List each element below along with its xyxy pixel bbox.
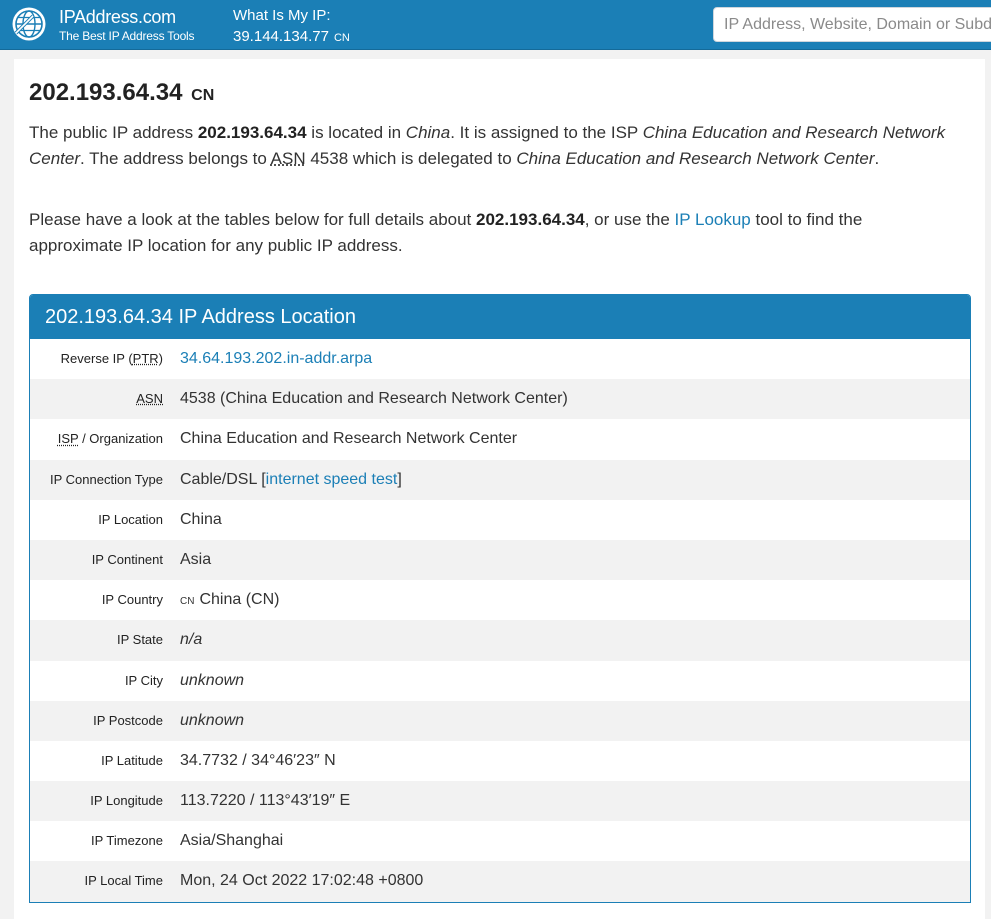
row-value: Mon, 24 Oct 2022 17:02:48 +0800 bbox=[180, 872, 424, 890]
row-latitude: IP Latitude 34.7732 / 34°46′23″ N bbox=[30, 741, 970, 781]
row-reverse-ip: Reverse IP (PTR) 34.64.193.202.in-addr.a… bbox=[30, 339, 970, 379]
top-navbar: IPAddress.com The Best IP Address Tools … bbox=[0, 0, 991, 50]
row-location: IP Location China bbox=[30, 500, 970, 540]
row-label: Reverse IP (PTR) bbox=[61, 339, 163, 379]
row-value: Cable/DSL [internet speed test] bbox=[180, 460, 402, 500]
row-label: IP Latitude bbox=[101, 752, 163, 768]
ip-strong: 202.193.64.34 bbox=[197, 123, 307, 142]
label-text: ) bbox=[158, 351, 163, 366]
row-label: IP Location bbox=[98, 511, 163, 527]
text-segment: . The address belongs to bbox=[80, 148, 271, 168]
row-continent: IP Continent Asia bbox=[30, 539, 970, 581]
row-value: 34.64.193.202.in-addr.arpa bbox=[180, 339, 372, 379]
text-segment: . bbox=[874, 148, 880, 168]
text-segment: . It is assigned to the ISP bbox=[450, 123, 643, 142]
details-paragraph: Please have a look at the tables below f… bbox=[29, 207, 954, 258]
row-city: IP City unknown bbox=[30, 661, 970, 701]
asn-abbr: ASN bbox=[136, 391, 163, 407]
brand-name[interactable]: IPAddress.com bbox=[59, 7, 176, 28]
row-value: 4538 (China Education and Research Netwo… bbox=[180, 390, 568, 408]
row-value: unknown bbox=[180, 671, 245, 689]
value-text: Cable/DSL bbox=[180, 470, 257, 488]
ip-lookup-link[interactable]: IP Lookup bbox=[675, 210, 751, 229]
bracket: ] bbox=[397, 470, 402, 488]
bracket: [ bbox=[256, 470, 266, 488]
value-text: China (CN) bbox=[199, 591, 280, 609]
row-value: unknown bbox=[180, 711, 245, 729]
row-value: 113.7220 / 113°43′19″ E bbox=[180, 792, 351, 810]
country-italic: China bbox=[405, 123, 451, 142]
row-value: China Education and Research Network Cen… bbox=[180, 430, 518, 448]
text-segment: is located in bbox=[306, 123, 406, 142]
row-label: ISP / Organization bbox=[58, 419, 163, 459]
row-value: Asia/Shanghai bbox=[180, 832, 284, 850]
ip-location-table: 202.193.64.34 IP Address Location Revers… bbox=[29, 294, 971, 903]
row-label: IP Longitude bbox=[90, 793, 163, 809]
row-label: IP City bbox=[124, 672, 163, 688]
row-timezone: IP Timezone Asia/Shanghai bbox=[30, 821, 970, 861]
ptr-abbr: PTR bbox=[132, 351, 159, 366]
table-body: Reverse IP (PTR) 34.64.193.202.in-addr.a… bbox=[30, 339, 970, 902]
globe-logo-icon[interactable] bbox=[11, 6, 47, 42]
row-value: Asia bbox=[180, 550, 212, 568]
row-label: IP Continent bbox=[91, 551, 163, 567]
title-ip: 202.193.64.34 bbox=[29, 79, 183, 106]
isp-abbr: ISP bbox=[57, 431, 79, 447]
row-label: IP Timezone bbox=[90, 833, 163, 849]
row-label: IP State bbox=[116, 632, 163, 648]
org-italic: China Education and Research Network Cen… bbox=[516, 148, 875, 168]
row-longitude: IP Longitude 113.7220 / 113°43′19″ E bbox=[30, 781, 970, 822]
title-country-code: CN bbox=[191, 87, 215, 104]
country-code-flag: CN bbox=[180, 596, 195, 608]
my-ip-address[interactable]: 39.144.134.77 bbox=[233, 28, 329, 45]
main-content-card: 202.193.64.34 CN The public IP address 2… bbox=[14, 59, 985, 919]
row-value: China bbox=[180, 510, 222, 528]
ip-strong: 202.193.64.34 bbox=[476, 210, 585, 229]
row-country: IP Country CN China (CN) bbox=[30, 580, 970, 620]
brand-tagline: The Best IP Address Tools bbox=[59, 29, 195, 43]
row-connection-type: IP Connection Type Cable/DSL [internet s… bbox=[30, 459, 970, 500]
row-label: IP Postcode bbox=[93, 712, 163, 728]
asn-abbr: ASN bbox=[270, 148, 306, 168]
row-label: IP Connection Type bbox=[50, 471, 163, 487]
my-ip-label: What Is My IP: bbox=[233, 7, 331, 24]
row-label: ASN bbox=[136, 379, 163, 419]
row-postcode: IP Postcode unknown bbox=[30, 700, 970, 741]
page-title: 202.193.64.34 CN bbox=[29, 79, 214, 107]
row-value: n/a bbox=[180, 631, 203, 649]
text-segment: , or use the bbox=[584, 210, 675, 229]
location-table-header: 202.193.64.34 IP Address Location bbox=[30, 295, 970, 339]
row-asn: ASN 4538 (China Education and Research N… bbox=[30, 379, 970, 420]
label-text: / Organization bbox=[78, 431, 163, 447]
row-label: IP Local Time bbox=[84, 873, 163, 889]
intro-paragraph: The public IP address 202.193.64.34 is l… bbox=[29, 120, 954, 171]
row-value: CN China (CN) bbox=[180, 580, 279, 622]
search-input[interactable] bbox=[713, 7, 991, 42]
speed-test-link[interactable]: internet speed test bbox=[266, 471, 398, 488]
reverse-ip-link[interactable]: 34.64.193.202.in-addr.arpa bbox=[180, 350, 372, 367]
my-ip-country-code: CN bbox=[333, 32, 350, 44]
label-text: Reverse IP ( bbox=[60, 351, 133, 366]
row-value: 34.7732 / 34°46′23″ N bbox=[180, 751, 336, 769]
row-state: IP State n/a bbox=[30, 620, 970, 661]
text-segment: 4538 which is delegated to bbox=[305, 148, 517, 168]
text-segment: The public IP address bbox=[29, 123, 198, 142]
row-label: IP Country bbox=[101, 592, 163, 608]
text-segment: Please have a look at the tables below f… bbox=[29, 210, 477, 229]
row-isp: ISP / Organization China Education and R… bbox=[30, 419, 970, 459]
my-ip-value[interactable]: 39.144.134.77 CN bbox=[233, 28, 350, 45]
